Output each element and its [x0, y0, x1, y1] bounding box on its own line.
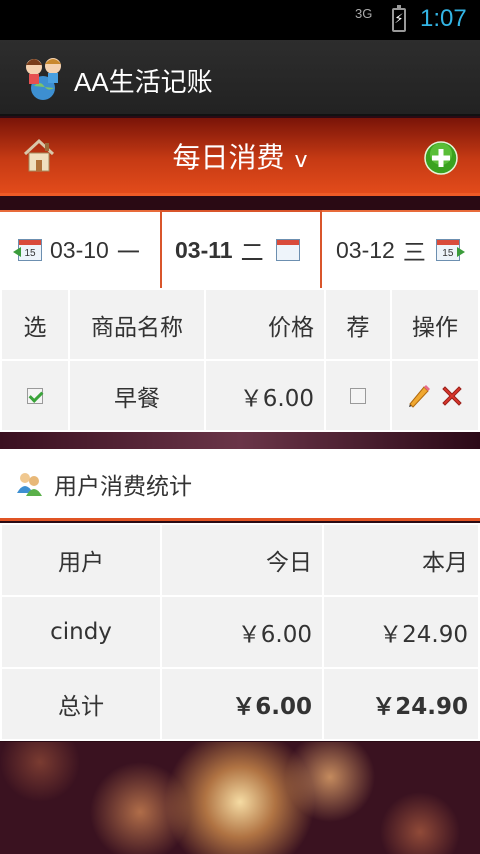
item-price: ￥6.00	[204, 359, 326, 432]
users-icon	[17, 472, 42, 496]
calendar-prev-icon: 15	[13, 239, 42, 261]
col-user-header: 用户	[0, 523, 162, 597]
header-title-dropdown[interactable]: 每日消费 v	[0, 136, 480, 176]
col-today-header: 今日	[160, 523, 324, 597]
select-checkbox[interactable]	[27, 388, 43, 404]
background-bokeh-image	[0, 742, 480, 854]
network-indicator: 3G	[355, 6, 373, 21]
delete-icon[interactable]	[439, 383, 465, 409]
current-weekday: 二	[240, 239, 264, 265]
total-today-amount: ￥6.00	[160, 667, 324, 741]
table-header-row: 选 商品名称 价格 荐 操作	[0, 288, 480, 361]
battery-icon: ⚡	[392, 5, 406, 32]
prev-weekday: 一	[116, 239, 140, 265]
header-title: 每日消费	[172, 141, 285, 174]
current-date: 03-11	[175, 236, 233, 263]
recommend-checkbox[interactable]	[350, 388, 366, 404]
status-bar: 3G ⚡ 1:07	[0, 0, 480, 40]
date-navigator: 15 03-10 一 03-11 二 03-12 三 15	[0, 210, 480, 288]
action-cell	[390, 359, 480, 432]
col-action-header: 操作	[390, 288, 480, 361]
user-today-amount: ￥6.00	[160, 595, 324, 669]
page-header: 每日消费 v	[0, 118, 480, 196]
user-stats-table: 用户 今日 本月 cindy ￥6.00 ￥24.90 总计 ￥6.00 ￥24…	[0, 523, 480, 741]
col-month-header: 本月	[322, 523, 480, 597]
table-row: 早餐 ￥6.00	[0, 359, 480, 432]
prev-date: 03-10	[50, 236, 109, 263]
user-name: cindy	[0, 595, 162, 669]
current-day-tab[interactable]: 03-11 二	[160, 210, 322, 288]
stats-header-row: 用户 今日 本月	[0, 523, 480, 597]
section-divider	[0, 432, 480, 449]
total-label: 总计	[0, 667, 162, 741]
add-icon[interactable]	[424, 141, 458, 175]
item-name: 早餐	[68, 359, 206, 432]
total-month-amount: ￥24.90	[322, 667, 480, 741]
select-cell	[0, 359, 70, 432]
col-name-header: 商品名称	[68, 288, 206, 361]
action-bar: AA生活记账	[0, 40, 480, 116]
next-weekday: 三	[402, 239, 426, 265]
col-price-header: 价格	[204, 288, 326, 361]
col-recommend-header: 荐	[324, 288, 392, 361]
user-month-amount: ￥24.90	[322, 595, 480, 669]
next-day-button[interactable]: 03-12 三 15	[322, 210, 480, 288]
table-row: cindy ￥6.00 ￥24.90	[0, 595, 480, 669]
next-date: 03-12	[336, 236, 395, 263]
status-clock: 1:07	[420, 5, 467, 32]
calendar-next-icon: 15	[435, 239, 465, 261]
calendar-icon[interactable]	[275, 239, 300, 261]
app-logo-icon	[26, 58, 61, 100]
total-row: 总计 ￥6.00 ￥24.90	[0, 667, 480, 741]
prev-day-button[interactable]: 15 03-10 一	[0, 210, 161, 288]
stats-title: 用户消费统计	[54, 473, 192, 500]
recommend-cell	[324, 359, 392, 432]
chevron-down-icon: v	[294, 148, 308, 173]
stats-section-header: 用户消费统计	[0, 449, 480, 521]
app-title: AA生活记账	[74, 67, 213, 97]
expense-items-table: 选 商品名称 价格 荐 操作 早餐 ￥6.00	[0, 288, 480, 432]
pencil-icon[interactable]	[405, 383, 431, 409]
col-select-header: 选	[0, 288, 70, 361]
